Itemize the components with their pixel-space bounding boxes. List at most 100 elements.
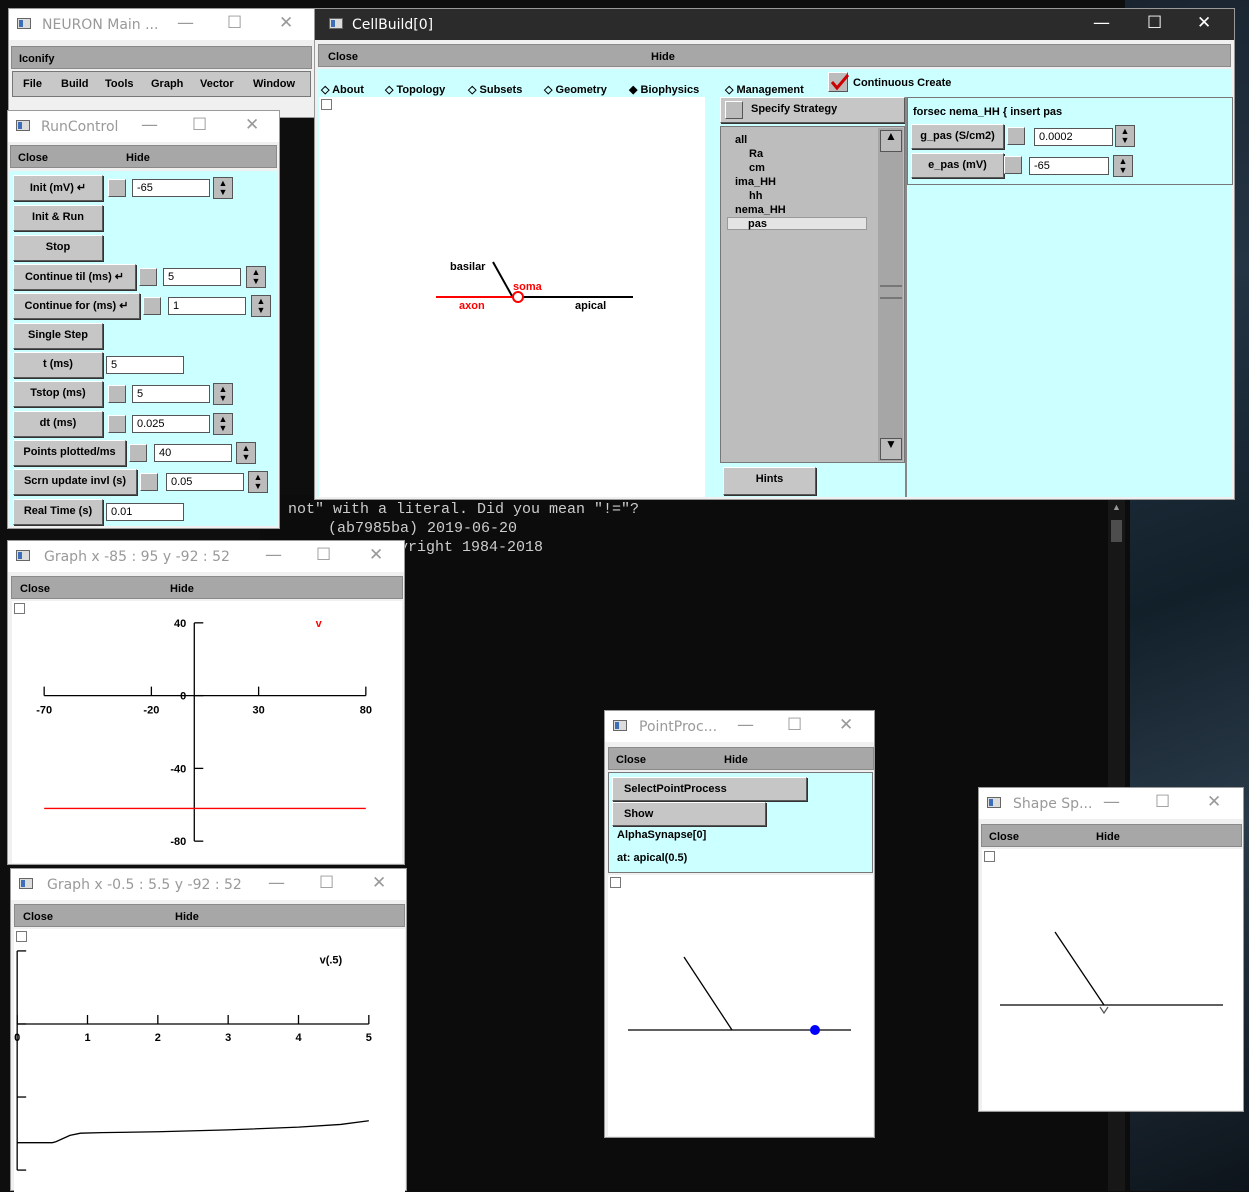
maximize-icon[interactable]: ☐ [1147, 13, 1162, 33]
g-pas-stepper[interactable]: ▲ ▼ [1115, 125, 1135, 147]
continue-til-button[interactable]: Continue til (ms) ↵ [13, 264, 136, 290]
menu-file[interactable]: File [23, 78, 42, 90]
shape-space-canvas[interactable] [982, 849, 1243, 1110]
graph-canvas-1[interactable]: -70 -20 30 80 40 0 -40 -80 v [12, 601, 402, 863]
hints-button[interactable]: Hints [723, 467, 816, 495]
menu-vector[interactable]: Vector [200, 78, 234, 90]
single-step-button[interactable]: Single Step [13, 323, 103, 349]
dt-button[interactable]: dt (ms) [13, 411, 103, 437]
scroll-up-icon[interactable]: ▲ [1112, 502, 1121, 512]
scroll-thumb[interactable] [880, 285, 902, 299]
continue-til-checkbox[interactable] [139, 268, 157, 286]
dt-checkbox[interactable] [108, 415, 126, 433]
points-plotted-field[interactable]: 40 [154, 444, 232, 462]
minimize-icon[interactable]: — [1093, 13, 1110, 33]
init-button[interactable]: Init (mV) ↵ [13, 175, 103, 201]
g-pas-field[interactable]: 0.0002 [1034, 128, 1113, 146]
tstop-checkbox[interactable] [108, 385, 126, 403]
tree-item[interactable]: Ra [749, 148, 763, 160]
e-pas-field[interactable]: -65 [1029, 157, 1109, 175]
menu-build[interactable]: Build [61, 78, 89, 90]
maximize-icon[interactable]: ☐ [227, 13, 242, 33]
graph-canvas-2[interactable]: 012345400-40-80v(.5) [14, 929, 405, 1192]
specify-strategy-checkbox[interactable] [725, 101, 743, 119]
scroll-down-icon[interactable]: ▼ [880, 438, 902, 460]
minimize-icon[interactable]: — [265, 545, 282, 565]
close-button[interactable]: Close [23, 911, 53, 923]
continue-for-button[interactable]: Continue for (ms) ↵ [13, 293, 140, 319]
points-plotted-button[interactable]: Points plotted/ms [13, 440, 126, 466]
close-icon[interactable]: ✕ [839, 715, 853, 735]
maximize-icon[interactable]: ☐ [787, 715, 802, 735]
continue-til-field[interactable]: 5 [163, 268, 241, 286]
specify-strategy-button[interactable]: Specify Strategy [720, 97, 905, 123]
close-icon[interactable]: ✕ [279, 13, 293, 33]
tstop-stepper[interactable]: ▲ ▼ [213, 383, 233, 405]
minimize-icon[interactable]: — [177, 13, 194, 33]
init-field[interactable]: -65 [132, 179, 210, 197]
g-pas-checkbox[interactable] [1007, 127, 1025, 145]
init-checkbox[interactable] [108, 179, 126, 197]
minimize-icon[interactable]: — [737, 715, 754, 735]
hide-button[interactable]: Hide [126, 152, 150, 164]
menu-graph[interactable]: Graph [151, 78, 183, 90]
dt-field[interactable]: 0.025 [132, 415, 210, 433]
tstop-field[interactable]: 5 [132, 385, 210, 403]
stop-button[interactable]: Stop [13, 235, 103, 261]
t-button[interactable]: t (ms) [13, 352, 103, 378]
close-button[interactable]: Close [989, 831, 1019, 843]
init-stepper[interactable]: ▲ ▼ [213, 177, 233, 199]
minimize-icon[interactable]: — [1103, 792, 1120, 812]
scrn-update-checkbox[interactable] [140, 473, 158, 491]
minimize-icon[interactable]: — [268, 873, 285, 893]
close-icon[interactable]: ✕ [372, 873, 386, 893]
close-icon[interactable]: ✕ [245, 115, 259, 135]
tab-topology[interactable]: ◇ Topology [385, 83, 445, 96]
scrn-update-stepper[interactable]: ▲ ▼ [248, 471, 268, 493]
t-field[interactable]: 5 [106, 356, 184, 374]
continue-for-stepper[interactable]: ▲ ▼ [251, 295, 271, 317]
pointproc-shape-canvas[interactable] [608, 875, 873, 1136]
real-time-field[interactable]: 0.01 [106, 503, 184, 521]
close-icon[interactable]: ✕ [369, 545, 383, 565]
close-button[interactable]: Close [328, 51, 358, 63]
close-button[interactable]: Close [18, 152, 48, 164]
tree-item[interactable]: cm [749, 162, 765, 174]
maximize-icon[interactable]: ☐ [316, 545, 331, 565]
hide-button[interactable]: Hide [724, 754, 748, 766]
dt-stepper[interactable]: ▲ ▼ [213, 413, 233, 435]
hide-button[interactable]: Hide [170, 583, 194, 595]
scroll-up-icon[interactable]: ▲ [880, 130, 902, 152]
close-icon[interactable]: ✕ [1197, 13, 1211, 33]
real-time-button[interactable]: Real Time (s) [13, 499, 103, 525]
show-button[interactable]: Show [612, 802, 766, 826]
scrn-update-button[interactable]: Scrn update invl (s) [13, 469, 137, 495]
continue-for-field[interactable]: 1 [168, 297, 246, 315]
tab-subsets[interactable]: ◇ Subsets [468, 83, 522, 96]
e-pas-stepper[interactable]: ▲ ▼ [1113, 155, 1133, 177]
tab-management[interactable]: ◇ Management [725, 83, 804, 96]
tree-item[interactable]: hh [749, 190, 762, 202]
console-scroll-thumb[interactable] [1111, 520, 1122, 542]
points-plotted-stepper[interactable]: ▲ ▼ [236, 442, 256, 464]
tab-biophysics[interactable]: ◆ Biophysics [629, 83, 699, 96]
topology-canvas[interactable]: basilar soma axon apical [319, 97, 705, 497]
maximize-icon[interactable]: ☐ [1155, 792, 1170, 812]
scrn-update-field[interactable]: 0.05 [166, 473, 244, 491]
continue-for-checkbox[interactable] [143, 297, 161, 315]
tstop-button[interactable]: Tstop (ms) [13, 381, 103, 407]
tree-item[interactable]: ima_HH [735, 176, 776, 188]
tree-item[interactable]: all [735, 134, 747, 146]
close-icon[interactable]: ✕ [1207, 792, 1221, 812]
select-point-process-button[interactable]: SelectPointProcess [612, 777, 807, 801]
init-run-button[interactable]: Init & Run [13, 205, 103, 231]
tab-geometry[interactable]: ◇ Geometry [544, 83, 607, 96]
continuous-create-checkbox[interactable] [828, 72, 849, 92]
g-pas-button[interactable]: g_pas (S/cm2) [911, 124, 1004, 149]
close-button[interactable]: Close [616, 754, 646, 766]
hide-button[interactable]: Hide [651, 51, 675, 63]
e-pas-button[interactable]: e_pas (mV) [911, 153, 1004, 178]
maximize-icon[interactable]: ☐ [192, 115, 207, 135]
close-button[interactable]: Close [20, 583, 50, 595]
menu-tools[interactable]: Tools [105, 78, 134, 90]
